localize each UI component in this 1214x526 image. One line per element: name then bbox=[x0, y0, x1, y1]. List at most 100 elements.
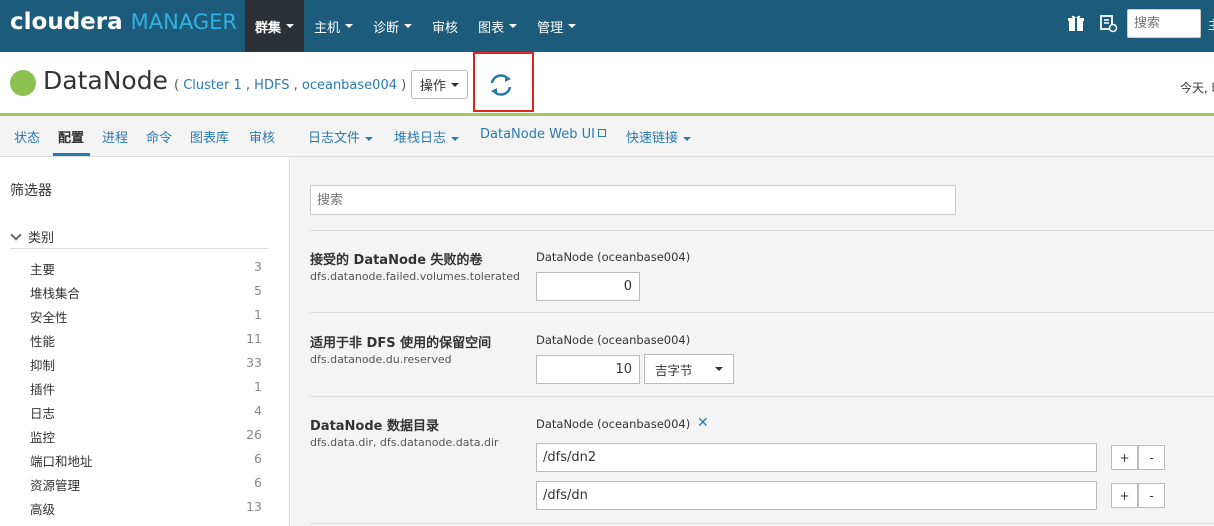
brand-part1: cloudera bbox=[10, 9, 123, 35]
sub-navbar bbox=[0, 116, 1214, 157]
menu-administration[interactable]: 管理 bbox=[527, 0, 586, 52]
category-name: 插件 bbox=[30, 382, 56, 397]
property-scope: DataNode (oceanbase004) bbox=[536, 417, 691, 431]
category-divider bbox=[10, 248, 268, 249]
breadcrumb-cluster[interactable]: Cluster 1 bbox=[183, 78, 242, 93]
divider bbox=[310, 523, 1214, 524]
caret-down-icon bbox=[715, 367, 723, 371]
user-menu-fragment[interactable]: 主 bbox=[1208, 16, 1214, 33]
data-dir-input[interactable] bbox=[536, 443, 1097, 472]
tab-datanode-web-ui[interactable]: DataNode Web UI bbox=[480, 127, 606, 142]
property-key: dfs.datanode.du.reserved bbox=[310, 353, 452, 366]
add-row-button[interactable]: + bbox=[1111, 483, 1138, 508]
breadcrumb-service[interactable]: HDFS bbox=[254, 78, 289, 93]
menu-hosts[interactable]: 主机 bbox=[304, 0, 363, 52]
tab-audits[interactable]: 审核 bbox=[249, 127, 275, 146]
menu-clusters[interactable]: 群集 bbox=[245, 0, 305, 52]
actions-button[interactable]: 操作 bbox=[411, 70, 469, 99]
caret-down-icon bbox=[568, 24, 577, 28]
caret-down-icon bbox=[286, 24, 295, 28]
category-item[interactable]: 插件 1 bbox=[30, 379, 262, 403]
tab-quick-links[interactable]: 快速链接 bbox=[626, 127, 692, 146]
menu-label: 审核 bbox=[432, 20, 459, 36]
category-item[interactable]: 安全性 1 bbox=[30, 307, 262, 331]
category-item[interactable]: 高级 13 bbox=[30, 499, 262, 523]
menu-label: 诊断 bbox=[373, 20, 400, 36]
data-dir-input[interactable] bbox=[536, 481, 1097, 510]
property-scope: DataNode (oceanbase004) bbox=[536, 250, 691, 264]
menu-diagnostics[interactable]: 诊断 bbox=[363, 0, 422, 52]
menu-label: 图表 bbox=[478, 20, 505, 36]
remove-row-button[interactable]: - bbox=[1138, 445, 1165, 470]
tab-chart-library[interactable]: 图表库 bbox=[190, 127, 229, 146]
property-key: dfs.datanode.failed.volumes.tolerated bbox=[310, 270, 520, 283]
property-label: DataNode 数据目录 bbox=[310, 419, 440, 434]
category-count: 11 bbox=[246, 331, 262, 346]
divider bbox=[310, 312, 1214, 313]
tab-label: 快速链接 bbox=[626, 131, 679, 146]
global-search-input[interactable] bbox=[1127, 9, 1201, 38]
unit-value: 吉字节 bbox=[655, 362, 693, 378]
breadcrumb-host[interactable]: oceanbase004 bbox=[302, 78, 397, 93]
caret-down-icon bbox=[365, 136, 374, 141]
category-header[interactable]: 类别 bbox=[10, 227, 54, 246]
failed-volumes-input[interactable] bbox=[536, 272, 640, 301]
actions-label: 操作 bbox=[420, 79, 447, 94]
category-item[interactable]: 抑制 33 bbox=[30, 355, 262, 379]
tab-label: 日志文件 bbox=[308, 131, 361, 146]
category-count: 6 bbox=[254, 451, 262, 466]
category-item[interactable]: 堆栈集合 5 bbox=[30, 283, 262, 307]
running-commands-icon[interactable] bbox=[1098, 13, 1118, 33]
chevron-down-icon bbox=[10, 228, 22, 241]
category-item[interactable]: 端口和地址 6 bbox=[30, 451, 262, 475]
menu-audits[interactable]: 审核 bbox=[422, 0, 468, 52]
category-name: 抑制 bbox=[30, 358, 56, 373]
parcel-icon[interactable] bbox=[1066, 13, 1086, 33]
category-count: 6 bbox=[254, 475, 262, 490]
reserved-space-input[interactable] bbox=[536, 355, 640, 384]
brand-part2: MANAGER bbox=[130, 10, 237, 34]
category-item[interactable]: 主要 3 bbox=[30, 259, 262, 283]
category-item[interactable]: 日志 4 bbox=[30, 403, 262, 427]
category-name: 性能 bbox=[30, 334, 56, 349]
divider bbox=[310, 230, 1214, 231]
category-name: 主要 bbox=[30, 262, 56, 277]
divider bbox=[310, 396, 1214, 397]
tab-commands[interactable]: 命令 bbox=[146, 127, 172, 146]
breadcrumb: ( Cluster 1 , HDFS , oceanbase004 ) bbox=[174, 78, 407, 93]
cloudera-logo[interactable]: cloudera MANAGER bbox=[10, 9, 237, 39]
unit-select[interactable]: 吉字节 bbox=[644, 354, 734, 384]
time-range-label[interactable]: 今天, 时 bbox=[1180, 79, 1214, 96]
remove-override-icon[interactable]: ✕ bbox=[697, 415, 709, 431]
tab-configuration[interactable]: 配置 bbox=[58, 127, 84, 146]
category-count: 4 bbox=[254, 403, 262, 418]
property-key: dfs.data.dir, dfs.datanode.data.dir bbox=[310, 436, 499, 449]
category-count: 3 bbox=[254, 259, 262, 274]
add-row-button[interactable]: + bbox=[1111, 445, 1138, 470]
top-icons bbox=[1066, 13, 1118, 33]
tab-processes[interactable]: 进程 bbox=[102, 127, 128, 146]
category-count: 33 bbox=[246, 355, 262, 370]
tab-status[interactable]: 状态 bbox=[14, 127, 40, 146]
caret-down-icon bbox=[509, 24, 518, 28]
menu-charts[interactable]: 图表 bbox=[468, 0, 527, 52]
category-count: 1 bbox=[254, 307, 262, 322]
menu-label: 管理 bbox=[537, 20, 564, 36]
tab-stacks-logs[interactable]: 堆栈日志 bbox=[394, 127, 460, 146]
main-menu: 群集 主机 诊断 审核 图表 管理 bbox=[245, 0, 586, 52]
category-count: 13 bbox=[246, 499, 262, 514]
category-name: 安全性 bbox=[30, 310, 68, 325]
tab-log-files[interactable]: 日志文件 bbox=[308, 127, 374, 146]
category-item[interactable]: 性能 11 bbox=[30, 331, 262, 355]
category-item[interactable]: 资源管理 6 bbox=[30, 475, 262, 499]
category-count: 5 bbox=[254, 283, 262, 298]
menu-label: 主机 bbox=[314, 20, 341, 36]
caret-down-icon bbox=[404, 24, 413, 28]
config-search-input[interactable] bbox=[310, 185, 956, 215]
category-count: 26 bbox=[246, 427, 262, 442]
refresh-icon[interactable] bbox=[488, 72, 514, 98]
remove-row-button[interactable]: - bbox=[1138, 483, 1165, 508]
category-count: 1 bbox=[254, 379, 262, 394]
property-label: 接受的 DataNode 失败的卷 bbox=[310, 253, 483, 268]
category-item[interactable]: 监控 26 bbox=[30, 427, 262, 451]
